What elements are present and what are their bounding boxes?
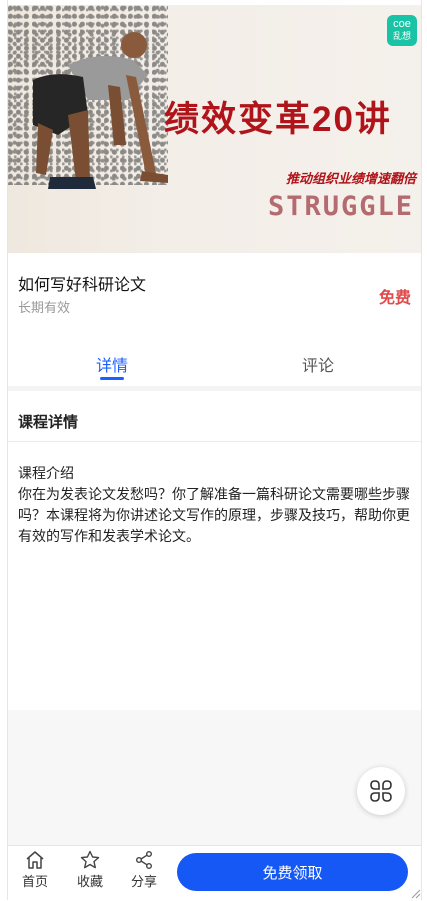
banner-subtitle: 推动组织业绩增速翻倍: [285, 172, 416, 187]
nav-home-label: 首页: [21, 875, 48, 890]
tab-comments[interactable]: 评论: [302, 352, 334, 376]
nav-favorite[interactable]: 收藏: [70, 850, 110, 890]
resize-grip-icon[interactable]: [409, 887, 421, 899]
intro-text: 你在为发表论文发愁吗？你了解准备一篇科研论文需要哪些步骤吗？本课程将为你讲述论文…: [18, 487, 410, 545]
nav-share-label: 分享: [130, 875, 157, 890]
app-frame: 绩效变革20讲 推动组织业绩增速翻倍 STRUGGLE coe 乱想 如何写好科…: [0, 0, 427, 901]
brand-logo-bottom: 乱想: [392, 32, 411, 42]
bottom-action-bar: 首页 收藏 分享 免费领取: [8, 845, 421, 901]
home-icon: [26, 851, 44, 869]
content-background: [8, 710, 421, 845]
tabs-divider: [8, 386, 421, 391]
course-validity: 长期有效: [18, 301, 71, 316]
quick-menu-button[interactable]: [357, 767, 405, 815]
course-title: 如何写好科研论文: [18, 275, 147, 294]
nav-favorite-label: 收藏: [76, 875, 103, 890]
course-banner: 绩效变革20讲 推动组织业绩增速翻倍 STRUGGLE: [8, 5, 421, 253]
nav-share[interactable]: 分享: [124, 850, 164, 890]
active-tab-indicator: [100, 377, 124, 380]
grid-icon: [370, 780, 392, 802]
course-price: 免费: [378, 288, 411, 307]
share-icon: [136, 851, 152, 869]
tab-details[interactable]: 详情: [96, 352, 128, 376]
brand-logo-top: coe: [393, 18, 411, 30]
brand-logo: coe 乱想: [387, 15, 417, 46]
frame-right-border: [421, 0, 422, 900]
details-heading: 课程详情: [18, 413, 79, 431]
nav-home[interactable]: 首页: [15, 850, 55, 890]
claim-free-button[interactable]: 免费领取: [177, 853, 408, 891]
intro-label: 课程介绍: [18, 466, 74, 482]
course-intro: 课程介绍 你在为发表论文发愁吗？你了解准备一篇科研论文需要哪些步骤吗？本课程将为…: [18, 464, 416, 548]
details-divider: [8, 441, 421, 442]
star-icon: [80, 850, 100, 869]
banner-tagline: STRUGGLE: [267, 191, 414, 222]
banner-title: 绩效变革20讲: [164, 100, 392, 139]
